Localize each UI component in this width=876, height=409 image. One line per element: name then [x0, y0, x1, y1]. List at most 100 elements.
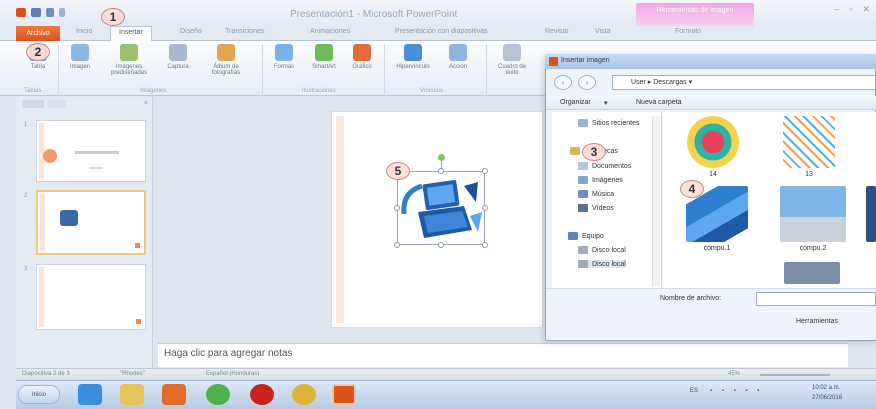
file-item-14[interactable]: 14 [678, 116, 748, 178]
nav-item-computer[interactable]: Equipo [568, 232, 604, 240]
photo-album-button[interactable]: Álbum de fotografías [200, 44, 252, 76]
internet-explorer-icon[interactable] [78, 384, 102, 405]
resize-handle-w[interactable] [394, 205, 400, 211]
close-pane-icon[interactable]: × [144, 100, 148, 107]
tab-view[interactable]: Vista [595, 28, 610, 35]
music-icon [578, 190, 588, 198]
chrome-icon[interactable] [292, 384, 316, 405]
media-player-icon[interactable] [162, 384, 186, 405]
clock-time[interactable]: 10:02 a.m. [812, 385, 840, 391]
chevron-down-icon: ▾ [604, 100, 608, 107]
new-folder-button[interactable]: Nueva carpeta [636, 99, 682, 106]
minimize-button[interactable]: – [834, 4, 839, 15]
path-segment-downloads[interactable]: Descargas [653, 79, 686, 86]
customize-qat-icon[interactable] [59, 8, 65, 17]
nav-item-music[interactable]: Música [578, 190, 614, 198]
undo-icon[interactable] [46, 8, 54, 17]
recent-places-icon [578, 119, 588, 127]
image-thumbnail [784, 262, 840, 284]
group-links: Vínculos [420, 88, 444, 94]
green-app-icon[interactable] [206, 384, 230, 405]
image-thumbnail [780, 186, 846, 242]
textbox-button[interactable]: Cuadro de texto [494, 44, 530, 76]
back-button[interactable]: ‹ [554, 75, 572, 90]
orange-circle-decoration [43, 149, 57, 163]
tab-insert[interactable]: Insertar [110, 26, 152, 42]
nav-pane-scrollbar[interactable] [652, 116, 660, 286]
language-indicator[interactable]: Español (Honduras) [206, 371, 259, 377]
image-thumbnail [687, 116, 739, 168]
picture-button[interactable]: Imagen [62, 44, 98, 70]
tools-button[interactable]: Herramientas [796, 318, 838, 325]
tab-design[interactable]: Diseño [180, 28, 202, 35]
slides-tab-icon[interactable] [22, 100, 44, 108]
slide-accent-stripe [336, 116, 344, 323]
nav-item-pictures[interactable]: Imágenes [578, 176, 623, 184]
tab-animations[interactable]: Animaciones [310, 28, 350, 35]
computer-icon [568, 232, 578, 240]
slide-thumbnail-2[interactable] [36, 190, 146, 255]
close-button[interactable]: ✕ [862, 4, 870, 15]
red-app-icon[interactable] [250, 384, 274, 405]
rotation-handle[interactable] [438, 154, 445, 161]
resize-handle-s[interactable] [438, 242, 444, 248]
resize-handle-e[interactable] [482, 205, 488, 211]
slide-number: 2 [24, 193, 28, 199]
tab-slideshow[interactable]: Presentación con diapositivas [395, 28, 488, 35]
forward-button[interactable]: › [578, 75, 596, 90]
nav-item-recent[interactable]: Sitios recientes [578, 119, 639, 127]
dialog-title-bar: Insertar imagen [545, 54, 876, 69]
slide-accent-stripe [39, 267, 44, 327]
tab-file[interactable]: Archivo [16, 26, 60, 41]
smartart-button[interactable]: SmartArt [306, 44, 342, 70]
organize-button[interactable]: Organizar [560, 99, 591, 106]
address-bar[interactable]: User ▸ Descargas ▾ [612, 75, 876, 90]
save-icon[interactable] [31, 8, 41, 17]
clipart-icon [120, 44, 138, 61]
chart-button[interactable]: Gráfico [344, 44, 380, 70]
shapes-button[interactable]: Formas [266, 44, 302, 70]
status-bar: Diapositiva 2 de 3 "Rhodes" Español (Hon… [16, 368, 876, 380]
nav-item-local-disk-c[interactable]: Disco local [578, 246, 626, 254]
action-button[interactable]: Acción [440, 44, 476, 70]
pictures-icon [578, 176, 588, 184]
tab-review[interactable]: Revisar [545, 28, 569, 35]
filename-input[interactable] [756, 292, 876, 306]
slide-thumbnail-3[interactable] [36, 264, 146, 330]
resize-handle-sw[interactable] [394, 242, 400, 248]
outline-tab-icon[interactable] [48, 100, 66, 108]
path-segment-user[interactable]: User [631, 79, 646, 86]
notes-pane[interactable]: Haga clic para agregar notas [158, 343, 848, 367]
hyperlink-button[interactable]: Hipervínculo [390, 44, 436, 70]
action-icon [449, 44, 467, 61]
tab-home[interactable]: Inicio [76, 28, 92, 35]
powerpoint-icon[interactable] [332, 384, 356, 405]
zoom-level[interactable]: 45% [728, 371, 740, 377]
maximize-button[interactable]: ▫ [849, 4, 852, 15]
nav-item-documents[interactable]: Documentos [578, 162, 631, 170]
selected-picture[interactable] [397, 171, 485, 245]
slide-thumbnail-1[interactable] [36, 120, 146, 182]
input-language[interactable]: ES [690, 388, 698, 394]
zoom-slider[interactable] [760, 374, 830, 376]
file-item-13[interactable]: 13 [774, 116, 844, 178]
chevron-down-icon[interactable]: ▾ [689, 79, 693, 86]
screenshot-button[interactable]: Captura [160, 44, 196, 70]
tab-format[interactable]: Formato [675, 28, 701, 35]
start-button[interactable]: Inicio [18, 385, 60, 404]
resize-handle-ne[interactable] [482, 168, 488, 174]
system-tray-icons[interactable]: ▪ ▪ ▪ ▪ ▪ [710, 388, 763, 394]
resize-handle-n[interactable] [438, 168, 444, 174]
tab-transitions[interactable]: Transiciones [225, 28, 264, 35]
file-item-partial[interactable] [866, 186, 876, 242]
file-item-compu2[interactable]: compu.2 [774, 186, 852, 252]
photo-album-icon [217, 44, 235, 61]
nav-item-local-disk-d[interactable]: Disco local [578, 260, 626, 268]
folder-icon[interactable] [120, 384, 144, 405]
nav-item-videos[interactable]: Vídeos [578, 204, 614, 212]
resize-handle-se[interactable] [482, 242, 488, 248]
file-item-partial-row[interactable] [782, 262, 842, 284]
videos-icon [578, 204, 588, 212]
slide-number: 1 [24, 122, 28, 128]
clipart-button[interactable]: Imágenes prediseñadas [104, 44, 154, 76]
